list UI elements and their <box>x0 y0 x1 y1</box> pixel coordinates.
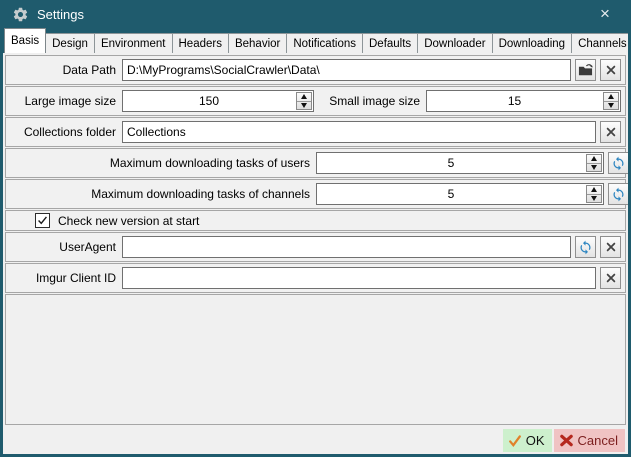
tab-channels[interactable]: Channels <box>571 33 628 53</box>
tab-label: Design <box>52 38 88 50</box>
tab-label: Behavior <box>235 38 280 50</box>
spinner-up-icon[interactable] <box>297 93 311 102</box>
sync-arrows-icon <box>611 187 626 202</box>
max-tasks-channels-label: Maximum downloading tasks of channels <box>10 187 310 201</box>
max-tasks-channels-row: Maximum downloading tasks of channels <box>5 179 626 209</box>
large-image-size-stepper <box>122 90 314 112</box>
small-image-size-label: Small image size <box>329 94 420 108</box>
max-tasks-channels-input[interactable] <box>316 183 604 205</box>
cancel-x-icon <box>559 433 574 448</box>
checkbox-check-icon <box>37 215 48 226</box>
check-new-version-label: Check new version at start <box>58 214 199 228</box>
max-tasks-users-input[interactable] <box>316 152 604 174</box>
tab-defaults[interactable]: Defaults <box>362 33 418 53</box>
spinner-up-icon[interactable] <box>604 93 618 102</box>
tab-content-basis: Data Path Large image size <box>3 53 628 427</box>
check-new-version-checkbox[interactable] <box>35 213 50 228</box>
reset-user-agent-button[interactable] <box>575 236 596 258</box>
data-path-row: Data Path <box>5 55 626 85</box>
collections-folder-row: Collections folder <box>5 117 626 147</box>
spinner-buttons <box>586 154 602 172</box>
clear-x-icon <box>605 64 617 76</box>
tab-bar: Basis Design Environment Headers Behavio… <box>3 28 628 53</box>
clear-x-icon <box>605 272 617 284</box>
user-agent-label: UserAgent <box>10 240 116 254</box>
tab-downloader[interactable]: Downloader <box>417 33 492 53</box>
data-path-label: Data Path <box>10 63 116 77</box>
tab-notifications[interactable]: Notifications <box>286 33 363 53</box>
cancel-button-label: Cancel <box>578 433 618 448</box>
tab-environment[interactable]: Environment <box>94 33 173 53</box>
tab-label: Headers <box>179 38 222 50</box>
clear-user-agent-button[interactable] <box>600 236 621 258</box>
spinner-buttons <box>586 185 602 203</box>
spinner-up-icon[interactable] <box>587 186 601 195</box>
small-image-size-stepper <box>426 90 621 112</box>
sync-arrows-icon <box>611 156 626 171</box>
max-tasks-users-stepper <box>316 152 604 174</box>
cancel-button[interactable]: Cancel <box>554 429 625 452</box>
sync-arrows-icon <box>578 240 593 255</box>
clear-x-icon <box>605 126 617 138</box>
max-tasks-channels-stepper <box>316 183 604 205</box>
tab-label: Basis <box>11 35 39 47</box>
open-folder-icon <box>578 63 593 78</box>
ok-button[interactable]: OK <box>503 429 552 452</box>
tab-label: Notifications <box>293 38 356 50</box>
user-agent-input[interactable] <box>122 236 571 258</box>
window-title: Settings <box>37 7 84 22</box>
spinner-down-icon[interactable] <box>587 195 601 203</box>
tab-behavior[interactable]: Behavior <box>228 33 287 53</box>
ok-check-icon <box>508 434 522 448</box>
close-icon[interactable]: × <box>591 2 619 26</box>
tab-label: Downloader <box>424 38 485 50</box>
clear-imgur-client-id-button[interactable] <box>600 267 621 289</box>
spinner-down-icon[interactable] <box>297 102 311 110</box>
reset-max-tasks-channels-button[interactable] <box>608 183 628 205</box>
large-image-size-label: Large image size <box>10 94 116 108</box>
reset-max-tasks-users-button[interactable] <box>608 152 628 174</box>
empty-panel <box>5 294 626 425</box>
spinner-down-icon[interactable] <box>604 102 618 110</box>
tab-basis[interactable]: Basis <box>4 28 46 53</box>
clear-data-path-button[interactable] <box>600 59 621 81</box>
tab-label: Channels <box>578 38 627 50</box>
tab-label: Downloading <box>499 38 566 50</box>
tab-headers[interactable]: Headers <box>172 33 229 53</box>
clear-collections-folder-button[interactable] <box>600 121 621 143</box>
tab-label: Defaults <box>369 38 411 50</box>
spinner-buttons <box>603 92 619 110</box>
user-agent-row: UserAgent <box>5 232 626 262</box>
image-sizes-row: Large image size Small image size <box>5 86 626 116</box>
ok-button-label: OK <box>526 433 545 448</box>
tab-downloading[interactable]: Downloading <box>492 33 573 53</box>
check-new-version-row[interactable]: Check new version at start <box>5 210 626 231</box>
spinner-down-icon[interactable] <box>587 164 601 172</box>
title-bar: Settings × <box>3 0 628 28</box>
clear-x-icon <box>605 241 617 253</box>
imgur-client-id-input[interactable] <box>122 267 596 289</box>
collections-folder-label: Collections folder <box>10 125 116 139</box>
collections-folder-input[interactable] <box>122 121 596 143</box>
data-path-input[interactable] <box>122 59 571 81</box>
footer-bar: OK Cancel <box>3 427 628 454</box>
browse-folder-button[interactable] <box>575 59 596 81</box>
settings-dialog: Settings × Basis Design Environment Head… <box>0 0 631 457</box>
large-image-size-input[interactable] <box>122 90 314 112</box>
tab-label: Environment <box>101 38 166 50</box>
tab-design[interactable]: Design <box>45 33 95 53</box>
small-image-size-input[interactable] <box>426 90 621 112</box>
spinner-up-icon[interactable] <box>587 155 601 164</box>
max-tasks-users-row: Maximum downloading tasks of users <box>5 148 626 178</box>
spinner-buttons <box>296 92 312 110</box>
gear-icon <box>12 6 29 23</box>
max-tasks-users-label: Maximum downloading tasks of users <box>10 156 310 170</box>
imgur-client-id-row: Imgur Client ID <box>5 263 626 293</box>
imgur-client-id-label: Imgur Client ID <box>10 271 116 285</box>
